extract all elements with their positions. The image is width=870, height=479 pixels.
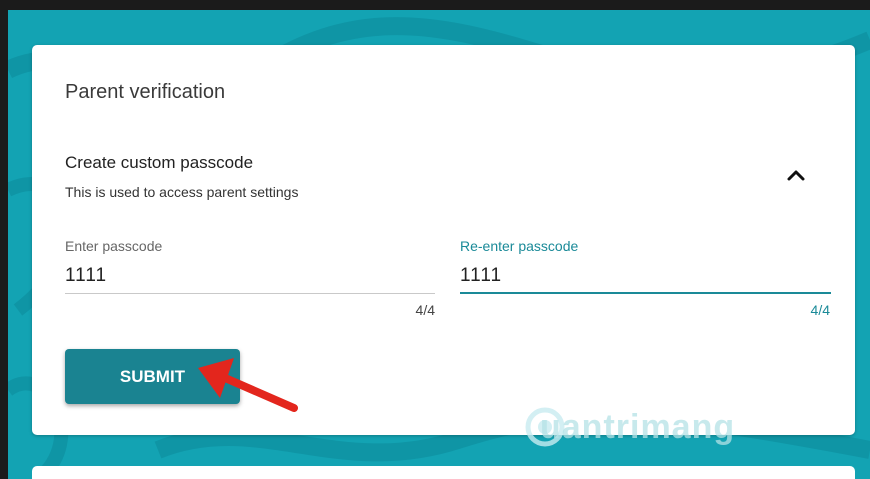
top-border — [0, 0, 870, 10]
reenter-passcode-label: Re-enter passcode — [460, 238, 579, 254]
reenter-passcode-input[interactable]: 1111 — [460, 265, 502, 287]
app-frame: Parent verification Create custom passco… — [0, 0, 870, 479]
watermark-text: uantrimang — [540, 408, 736, 446]
red-arrow-icon — [198, 358, 298, 412]
enter-passcode-input[interactable]: 1111 — [65, 265, 107, 287]
left-border — [0, 0, 8, 479]
enter-passcode-counter: 4/4 — [415, 302, 435, 318]
section-description: This is used to access parent settings — [65, 184, 299, 200]
enter-passcode-label: Enter passcode — [65, 238, 163, 254]
parent-verification-card: Parent verification Create custom passco… — [32, 45, 855, 435]
dialog-title: Parent verification — [65, 81, 226, 103]
chevron-up-icon[interactable] — [784, 165, 808, 185]
enter-passcode-underline — [65, 293, 435, 294]
section-title: Create custom passcode — [65, 153, 254, 172]
reenter-passcode-underline — [460, 292, 831, 294]
secondary-card — [32, 466, 855, 479]
reenter-passcode-counter: 4/4 — [810, 302, 830, 318]
